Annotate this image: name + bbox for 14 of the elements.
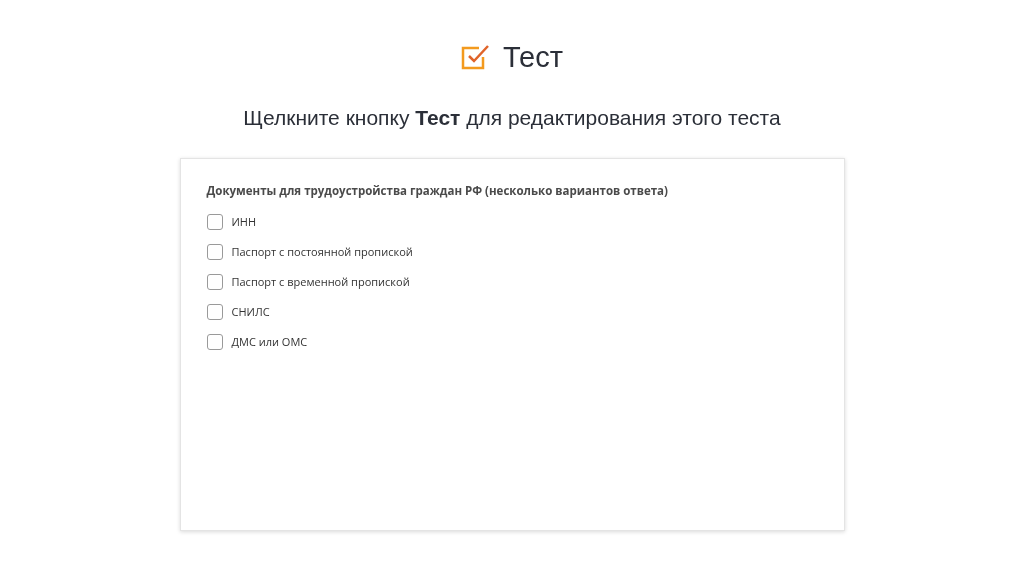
option-label[interactable]: ИНН bbox=[231, 214, 257, 229]
checkbox-check-icon bbox=[461, 43, 491, 71]
checkbox[interactable] bbox=[206, 213, 223, 230]
option-label[interactable]: СНИЛС bbox=[231, 304, 270, 319]
instruction-text: Щелкните кнопку Тест для редактирования этого теста bbox=[243, 106, 781, 130]
checkbox[interactable] bbox=[206, 333, 223, 350]
question-text: Документы для трудоустройства граждан РФ (несколько вариантов ответа) bbox=[206, 183, 669, 198]
checkbox[interactable] bbox=[206, 273, 223, 290]
option-label[interactable]: ДМС или ОМС bbox=[231, 334, 308, 349]
option-label[interactable]: Паспорт с временной пропиской bbox=[231, 274, 410, 289]
page-title: Тест bbox=[503, 40, 563, 74]
option-label[interactable]: Паспорт с постоянной пропиской bbox=[231, 244, 413, 259]
checkbox[interactable] bbox=[206, 243, 223, 260]
checkbox[interactable] bbox=[206, 303, 223, 320]
